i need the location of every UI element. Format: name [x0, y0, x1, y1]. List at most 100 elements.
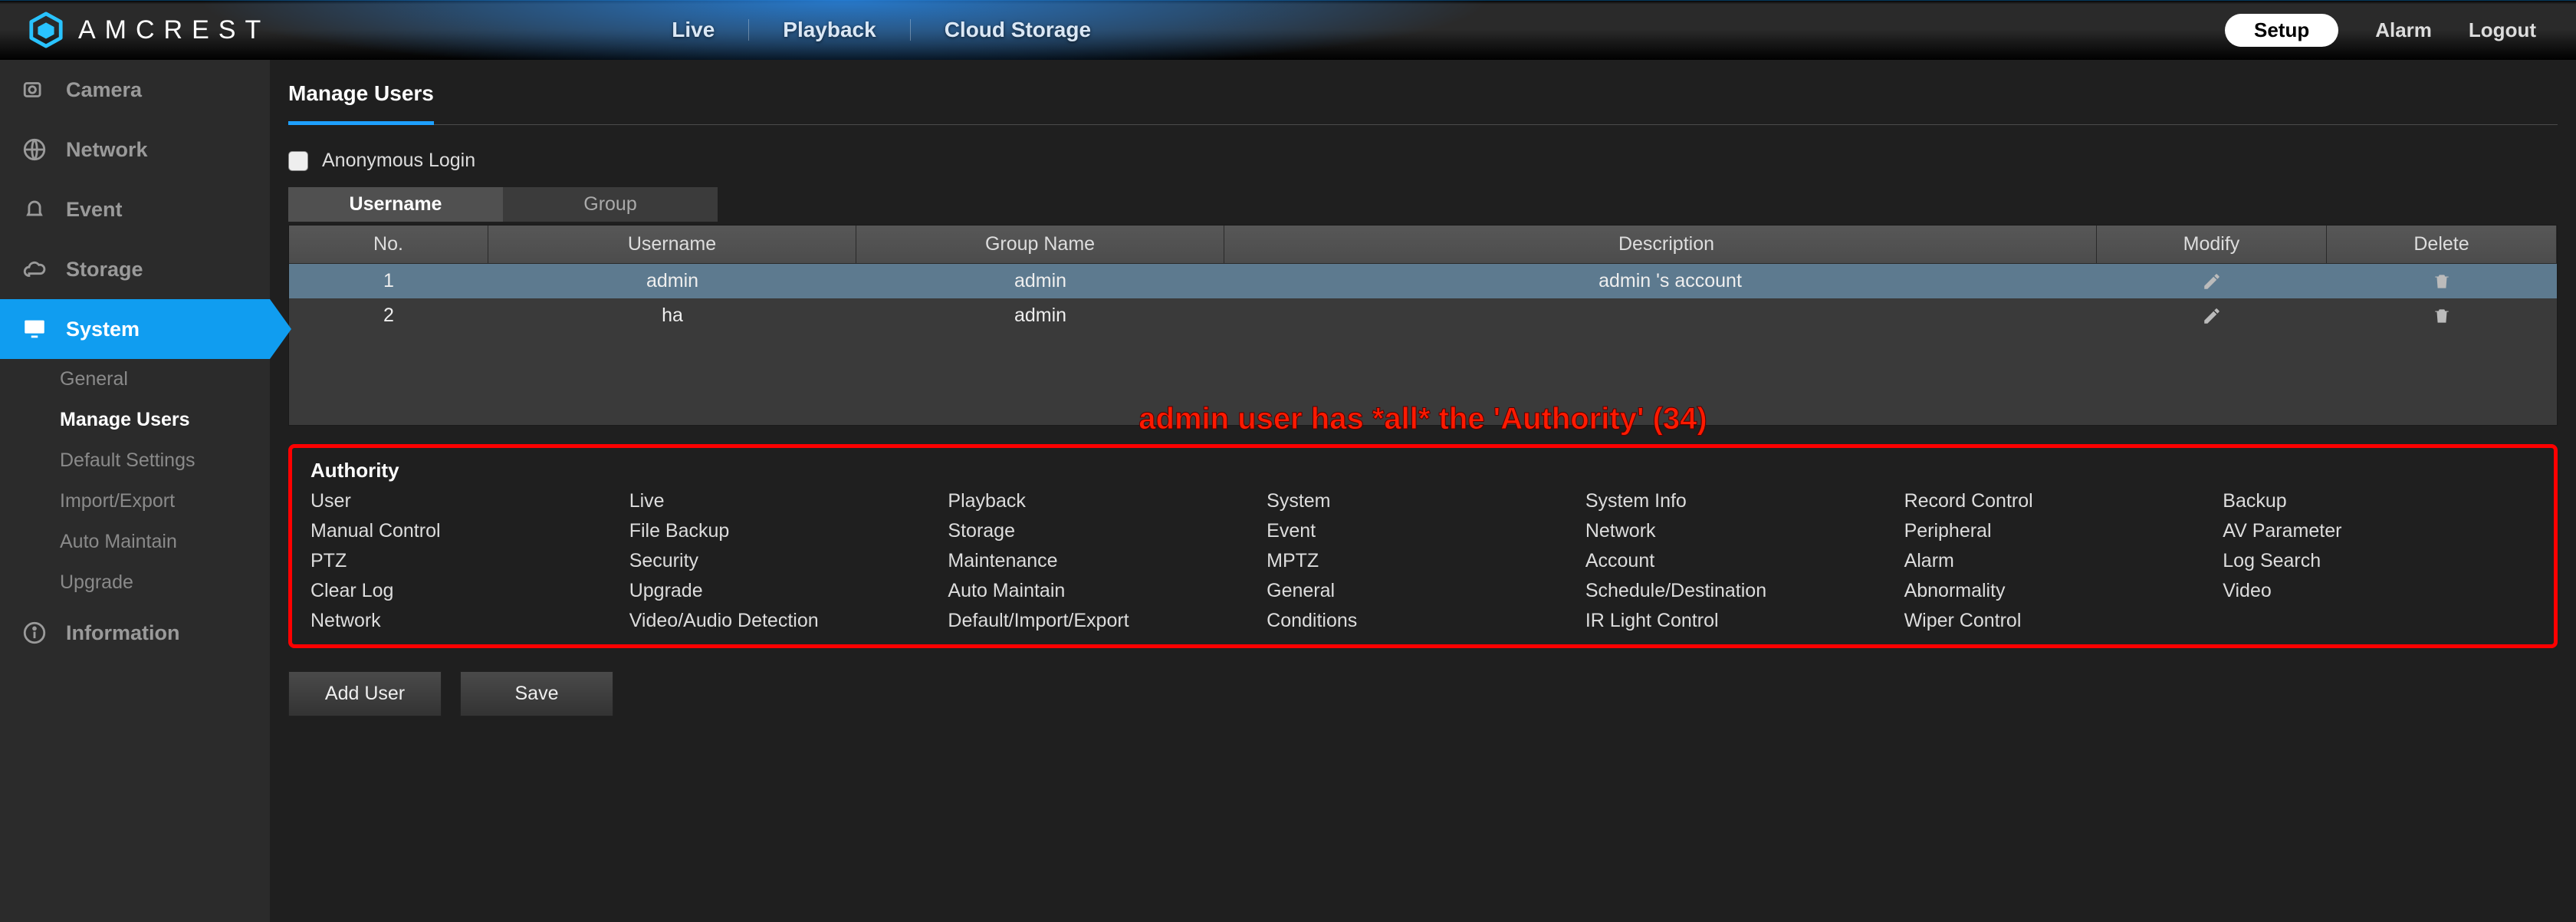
authority-item: Alarm: [1904, 550, 2217, 572]
sidebar-item-network[interactable]: Network: [0, 120, 270, 179]
authority-item: Peripheral: [1904, 520, 2217, 542]
col-modify: Modify: [2097, 226, 2327, 264]
bell-icon: [21, 196, 48, 222]
cell-username: ha: [488, 298, 856, 333]
hexagon-logo-icon: [28, 12, 64, 48]
authority-item: Record Control: [1904, 490, 2217, 512]
camera-icon: [21, 77, 48, 103]
anonymous-login-checkbox[interactable]: [288, 151, 308, 171]
authority-item: PTZ: [310, 550, 623, 572]
monitor-icon: [21, 316, 48, 342]
authority-item: IR Light Control: [1585, 610, 1898, 632]
sidebar: Camera Network Event Storage System: [0, 60, 270, 922]
col-delete: Delete: [2327, 226, 2557, 264]
save-button[interactable]: Save: [460, 671, 613, 716]
authority-item: System: [1267, 490, 1579, 512]
nav-live[interactable]: Live: [638, 19, 749, 41]
add-user-button[interactable]: Add User: [288, 671, 442, 716]
trash-icon[interactable]: [2432, 270, 2452, 291]
authority-title: Authority: [310, 459, 2535, 482]
right-nav: Setup Alarm Logout: [2225, 14, 2536, 47]
sidebar-item-label: Network: [66, 138, 148, 162]
trash-icon[interactable]: [2432, 305, 2452, 326]
authority-item: Conditions: [1267, 610, 1579, 632]
authority-item: Network: [1585, 520, 1898, 542]
authority-item: Live: [629, 490, 942, 512]
authority-item: AV Parameter: [2223, 520, 2535, 542]
cell-desc: admin 's account: [1244, 264, 2097, 298]
authority-item: Event: [1267, 520, 1579, 542]
sidebar-item-label: Information: [66, 621, 180, 645]
sidebar-item-label: Event: [66, 198, 123, 222]
authority-item: Wiper Control: [1904, 610, 2217, 632]
brand: AMCREST: [28, 12, 270, 48]
authority-item: Log Search: [2223, 550, 2535, 572]
content: Manage Users Anonymous Login Username Gr…: [270, 60, 2576, 922]
authority-item: Schedule/Destination: [1585, 580, 1898, 602]
authority-item: Abnormality: [1904, 580, 2217, 602]
sidebar-subitem-import-export[interactable]: Import/Export: [0, 481, 270, 522]
nav-alarm[interactable]: Alarm: [2375, 18, 2432, 42]
subtab-group[interactable]: Group: [503, 187, 718, 222]
authority-item: Auto Maintain: [948, 580, 1260, 602]
authority-item: Video: [2223, 580, 2535, 602]
page-title: Manage Users: [288, 81, 434, 125]
table-row[interactable]: 2haadmin: [289, 298, 2557, 333]
col-username: Username: [488, 226, 856, 264]
sidebar-item-camera[interactable]: Camera: [0, 60, 270, 120]
sidebar-item-storage[interactable]: Storage: [0, 239, 270, 299]
nav-setup[interactable]: Setup: [2225, 14, 2338, 47]
authority-item: Video/Audio Detection: [629, 610, 942, 632]
sidebar-item-label: Storage: [66, 258, 143, 282]
nav-playback[interactable]: Playback: [749, 19, 910, 41]
cell-no: 2: [289, 298, 488, 333]
sidebar-item-label: Camera: [66, 78, 142, 102]
sidebar-item-label: System: [66, 318, 140, 341]
authority-item: MPTZ: [1267, 550, 1579, 572]
authority-item: General: [1267, 580, 1579, 602]
authority-item: Storage: [948, 520, 1260, 542]
sidebar-subitem-default-settings[interactable]: Default Settings: [0, 440, 270, 481]
authority-panel: admin user has *all* the 'Authority' (34…: [288, 444, 2558, 648]
edit-icon[interactable]: [2202, 270, 2222, 291]
sidebar-subitem-manage-users[interactable]: Manage Users: [0, 400, 270, 440]
sidebar-subitem-general[interactable]: General: [0, 359, 270, 400]
authority-item: Clear Log: [310, 580, 623, 602]
nav-logout[interactable]: Logout: [2469, 18, 2536, 42]
cell-desc: [1244, 298, 2097, 333]
cloud-icon: [21, 256, 48, 282]
authority-item: Maintenance: [948, 550, 1260, 572]
nav-cloud[interactable]: Cloud Storage: [911, 19, 1125, 41]
sidebar-item-system[interactable]: System: [0, 299, 270, 359]
col-group: Group Name: [856, 226, 1224, 264]
authority-item: Security: [629, 550, 942, 572]
col-desc: Description: [1237, 226, 2097, 264]
cell-username: admin: [488, 264, 856, 298]
sidebar-subitem-upgrade[interactable]: Upgrade: [0, 562, 270, 603]
authority-item: User: [310, 490, 623, 512]
authority-item: Playback: [948, 490, 1260, 512]
cell-no: 1: [289, 264, 488, 298]
top-bar: AMCREST Live Playback Cloud Storage Setu…: [0, 0, 2576, 60]
main-nav: Live Playback Cloud Storage: [638, 19, 1125, 41]
table-row[interactable]: 1adminadminadmin 's account: [289, 264, 2557, 298]
authority-item: Manual Control: [310, 520, 623, 542]
subtab-username[interactable]: Username: [288, 187, 503, 222]
brand-text: AMCREST: [78, 15, 270, 45]
sidebar-subitem-auto-maintain[interactable]: Auto Maintain: [0, 522, 270, 562]
col-no: No.: [289, 226, 488, 264]
authority-item: System Info: [1585, 490, 1898, 512]
info-icon: [21, 620, 48, 646]
cell-group: admin: [856, 264, 1224, 298]
authority-item: Network: [310, 610, 623, 632]
authority-item: Backup: [2223, 490, 2535, 512]
edit-icon[interactable]: [2202, 305, 2222, 326]
anonymous-login-label: Anonymous Login: [322, 150, 475, 172]
user-table: No. Username Group Name Description Modi…: [288, 225, 2558, 426]
globe-icon: [21, 137, 48, 163]
sidebar-item-information[interactable]: Information: [0, 603, 270, 663]
authority-item: Upgrade: [629, 580, 942, 602]
cell-group: admin: [856, 298, 1224, 333]
sidebar-item-event[interactable]: Event: [0, 179, 270, 239]
authority-item: Account: [1585, 550, 1898, 572]
